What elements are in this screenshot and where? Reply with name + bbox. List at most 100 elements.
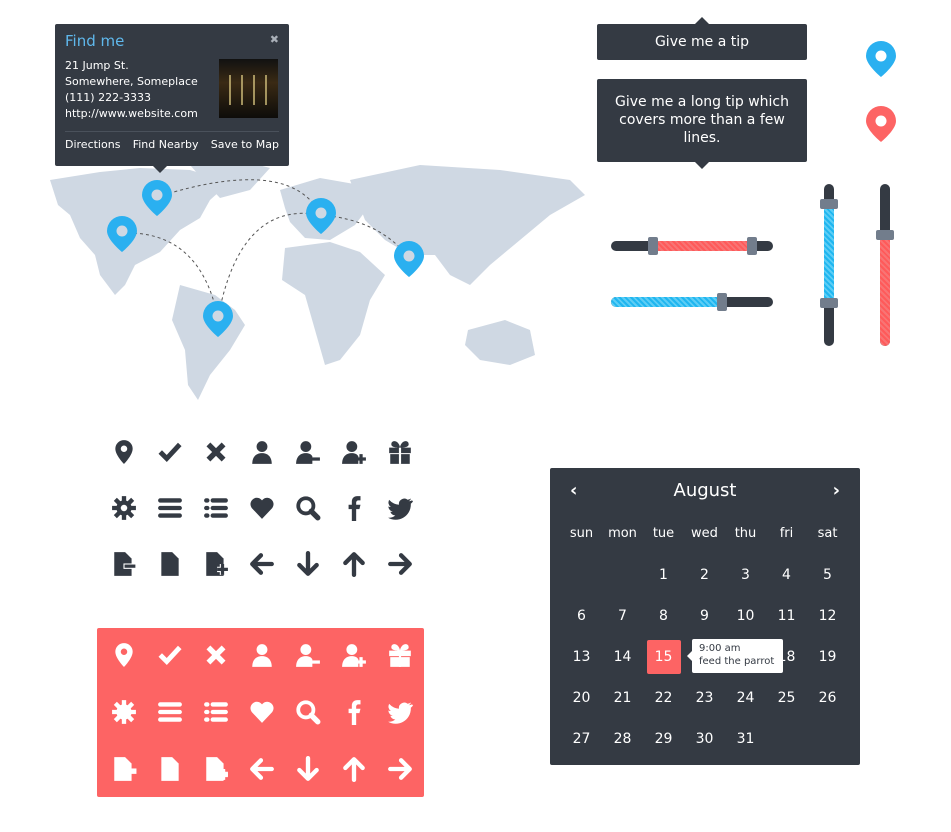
- close-icon[interactable]: [203, 642, 229, 672]
- day-number: 31: [736, 731, 755, 747]
- address-website[interactable]: http://www.website.com: [65, 106, 198, 122]
- range-slider-red[interactable]: [611, 237, 773, 255]
- calendar-day[interactable]: 26: [807, 688, 848, 729]
- find-nearby-link[interactable]: Find Nearby: [133, 138, 199, 151]
- slider-handle[interactable]: [876, 230, 894, 240]
- calendar-day[interactable]: 2: [684, 565, 725, 606]
- gear-icon[interactable]: [111, 495, 137, 525]
- map-pin-icon[interactable]: [111, 642, 137, 672]
- heart-icon[interactable]: [249, 495, 275, 525]
- calendar-day[interactable]: 1: [643, 565, 684, 606]
- map-pin-icon[interactable]: [111, 439, 137, 469]
- calendar-day[interactable]: 14: [602, 647, 643, 688]
- facebook-icon[interactable]: [341, 495, 367, 525]
- day-number: 23: [695, 690, 714, 706]
- calendar-day[interactable]: 21: [602, 688, 643, 729]
- tooltip-text: Give me a tip: [654, 34, 750, 50]
- user-remove-icon[interactable]: [295, 439, 321, 469]
- calendar-day[interactable]: 24: [725, 688, 766, 729]
- user-add-icon[interactable]: [341, 642, 367, 672]
- list-icon[interactable]: [203, 495, 229, 525]
- user-icon[interactable]: [249, 439, 275, 469]
- calendar-day[interactable]: 5: [807, 565, 848, 606]
- slider-handle[interactable]: [747, 237, 757, 255]
- calendar-day[interactable]: 7: [602, 606, 643, 647]
- vertical-slider-red[interactable]: [876, 184, 894, 346]
- calendar-day[interactable]: 30: [684, 729, 725, 770]
- slider-handle[interactable]: [820, 199, 838, 209]
- gift-icon[interactable]: [387, 439, 413, 469]
- calendar-day-selected[interactable]: 15: [643, 640, 684, 688]
- day-number: 4: [782, 567, 791, 583]
- check-icon[interactable]: [157, 439, 183, 469]
- map-pin-marker[interactable]: [142, 180, 172, 216]
- calendar-day[interactable]: 25: [766, 688, 807, 729]
- close-icon[interactable]: [203, 439, 229, 469]
- menu-icon[interactable]: [157, 699, 183, 729]
- address-phone: (111) 222-3333: [65, 91, 152, 104]
- search-icon[interactable]: [295, 699, 321, 729]
- calendar-day[interactable]: 31: [725, 729, 766, 770]
- slider-handle[interactable]: [820, 298, 838, 308]
- calendar-month: August: [673, 480, 737, 501]
- day-number: 1: [659, 567, 668, 583]
- twitter-icon[interactable]: [387, 699, 413, 729]
- user-add-icon[interactable]: [341, 439, 367, 469]
- arrow-left-icon[interactable]: [249, 551, 275, 581]
- arrow-right-icon[interactable]: [387, 756, 413, 786]
- calendar-day[interactable]: 22: [643, 688, 684, 729]
- menu-icon[interactable]: [157, 495, 183, 525]
- slider-blue[interactable]: [611, 293, 773, 311]
- day-number: 19: [818, 649, 837, 665]
- arrow-down-icon[interactable]: [295, 756, 321, 786]
- document-add-icon[interactable]: [203, 551, 229, 581]
- user-icon[interactable]: [249, 642, 275, 672]
- user-remove-icon[interactable]: [295, 642, 321, 672]
- search-icon[interactable]: [295, 495, 321, 525]
- calendar-day[interactable]: 23: [684, 688, 725, 729]
- calendar-day[interactable]: 27: [561, 729, 602, 770]
- document-remove-icon[interactable]: [111, 551, 137, 581]
- document-icon[interactable]: [157, 551, 183, 581]
- location-photo: [219, 59, 278, 118]
- calendar-day[interactable]: 4: [766, 565, 807, 606]
- vertical-range-slider-blue[interactable]: [820, 184, 838, 346]
- directions-link[interactable]: Directions: [65, 138, 120, 151]
- map-pin-marker[interactable]: [394, 241, 424, 277]
- day-number: 27: [572, 731, 591, 747]
- document-remove-icon[interactable]: [111, 756, 137, 786]
- slider-handle[interactable]: [717, 293, 727, 311]
- calendar-day[interactable]: 19: [807, 647, 848, 688]
- calendar-day[interactable]: 20: [561, 688, 602, 729]
- close-icon[interactable]: ✖: [270, 33, 279, 46]
- day-number: 2: [700, 567, 709, 583]
- twitter-icon[interactable]: [387, 495, 413, 525]
- save-to-map-link[interactable]: Save to Map: [211, 138, 279, 151]
- calendar-day[interactable]: 6: [561, 606, 602, 647]
- slider-handle[interactable]: [648, 237, 658, 255]
- next-month-button[interactable]: ›: [833, 480, 840, 501]
- arrow-right-icon[interactable]: [387, 551, 413, 581]
- list-icon[interactable]: [203, 699, 229, 729]
- calendar-day[interactable]: 29: [643, 729, 684, 770]
- arrow-left-icon[interactable]: [249, 756, 275, 786]
- gift-icon[interactable]: [387, 642, 413, 672]
- map-pin-marker[interactable]: [306, 198, 336, 234]
- world-map: [50, 160, 585, 400]
- map-pin-marker[interactable]: [107, 216, 137, 252]
- calendar-day[interactable]: 28: [602, 729, 643, 770]
- heart-icon[interactable]: [249, 699, 275, 729]
- facebook-icon[interactable]: [341, 699, 367, 729]
- calendar-day[interactable]: 3: [725, 565, 766, 606]
- arrow-down-icon[interactable]: [295, 551, 321, 581]
- document-add-icon[interactable]: [203, 756, 229, 786]
- map-pin-blue-icon: [866, 41, 896, 77]
- document-icon[interactable]: [157, 756, 183, 786]
- gear-icon[interactable]: [111, 699, 137, 729]
- arrow-up-icon[interactable]: [341, 551, 367, 581]
- check-icon[interactable]: [157, 642, 183, 672]
- calendar-day[interactable]: 12: [807, 606, 848, 647]
- arrow-up-icon[interactable]: [341, 756, 367, 786]
- calendar-day[interactable]: 13: [561, 647, 602, 688]
- map-pin-marker[interactable]: [203, 301, 233, 337]
